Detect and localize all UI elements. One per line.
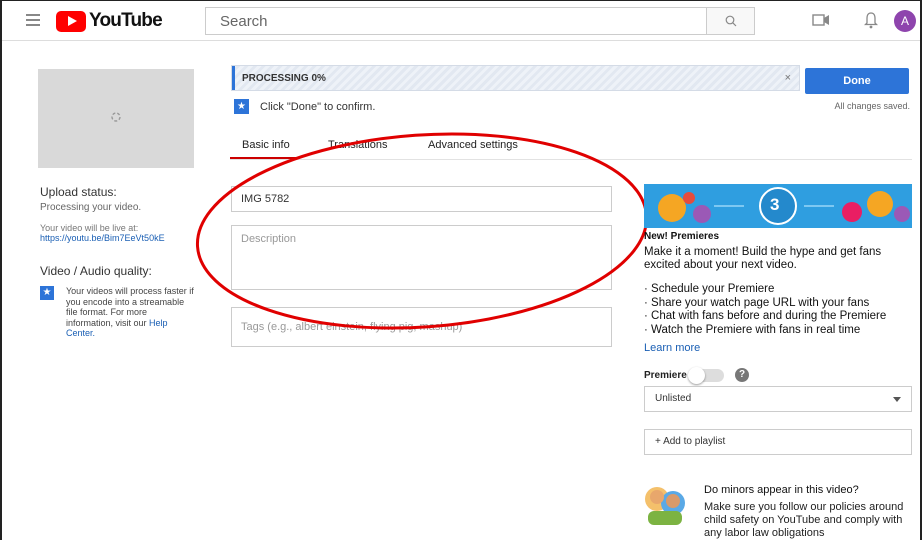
quality-info-body: Your videos will process faster if you e…: [66, 286, 194, 328]
premiere-toggle-label: Premiere: [644, 370, 687, 381]
premiere-feature-list: Schedule your Premiere Share your watch …: [644, 283, 914, 337]
premiere-toggle[interactable]: [688, 367, 724, 384]
list-item: Share your watch page URL with your fans: [644, 297, 914, 311]
search-button[interactable]: [706, 8, 754, 34]
youtube-logo[interactable]: YouTube: [56, 9, 163, 33]
video-thumbnail: [38, 69, 194, 168]
star-icon: ★: [234, 99, 249, 114]
bell-icon[interactable]: [864, 11, 878, 29]
top-bar: YouTube A: [2, 1, 920, 41]
done-button[interactable]: Done: [805, 68, 909, 94]
chevron-down-icon: [893, 397, 901, 402]
confirm-text: Click "Done" to confirm.: [260, 101, 376, 113]
minors-question: Do minors appear in this video?: [704, 484, 859, 496]
learn-more-link[interactable]: Learn more: [644, 342, 700, 354]
annotation-ellipse: [195, 132, 649, 330]
youtube-logo-icon: [56, 10, 86, 32]
video-camera-icon[interactable]: [812, 13, 830, 27]
saved-status: All changes saved.: [834, 101, 910, 111]
menu-icon[interactable]: [26, 14, 40, 26]
processing-progress-bar: PROCESSING 0% ×: [231, 65, 800, 91]
quality-info-text: Your videos will process faster if you e…: [66, 286, 196, 339]
logo-text: YouTube: [89, 10, 163, 31]
processing-label: PROCESSING 0%: [242, 73, 326, 84]
avatar[interactable]: A: [894, 10, 916, 32]
list-item: Watch the Premiere with fans in real tim…: [644, 324, 914, 338]
upload-status-title: Upload status:: [40, 185, 117, 199]
premiere-banner: 3: [644, 184, 912, 228]
progress-fill: [232, 66, 235, 90]
premiere-heading: New! Premieres: [644, 231, 720, 242]
search-icon: [725, 15, 736, 27]
privacy-select[interactable]: Unlisted: [644, 386, 912, 412]
list-item: Schedule your Premiere: [644, 283, 914, 297]
help-icon[interactable]: ?: [735, 368, 749, 382]
minors-policy-text: Make sure you follow our policies around…: [704, 501, 904, 539]
privacy-selected-value: Unlisted: [655, 393, 692, 404]
premiere-description: Make it a moment! Build the hype and get…: [644, 246, 882, 271]
minors-icon: [645, 487, 685, 525]
close-icon[interactable]: ×: [785, 72, 791, 84]
video-url-link[interactable]: https://youtu.be/Bim7EeVt50kE: [40, 233, 165, 243]
search-box: [205, 7, 755, 35]
add-to-playlist-button[interactable]: + Add to playlist: [644, 429, 912, 455]
list-item: Chat with fans before and during the Pre…: [644, 310, 914, 324]
live-at-text: Your video will be live at:: [40, 223, 139, 233]
processing-status-text: Processing your video.: [40, 202, 142, 213]
countdown-number: 3: [770, 195, 780, 214]
quality-title: Video / Audio quality:: [40, 264, 152, 278]
spinner-icon: [111, 112, 121, 122]
star-icon: ★: [40, 286, 54, 300]
search-input[interactable]: [206, 8, 706, 34]
